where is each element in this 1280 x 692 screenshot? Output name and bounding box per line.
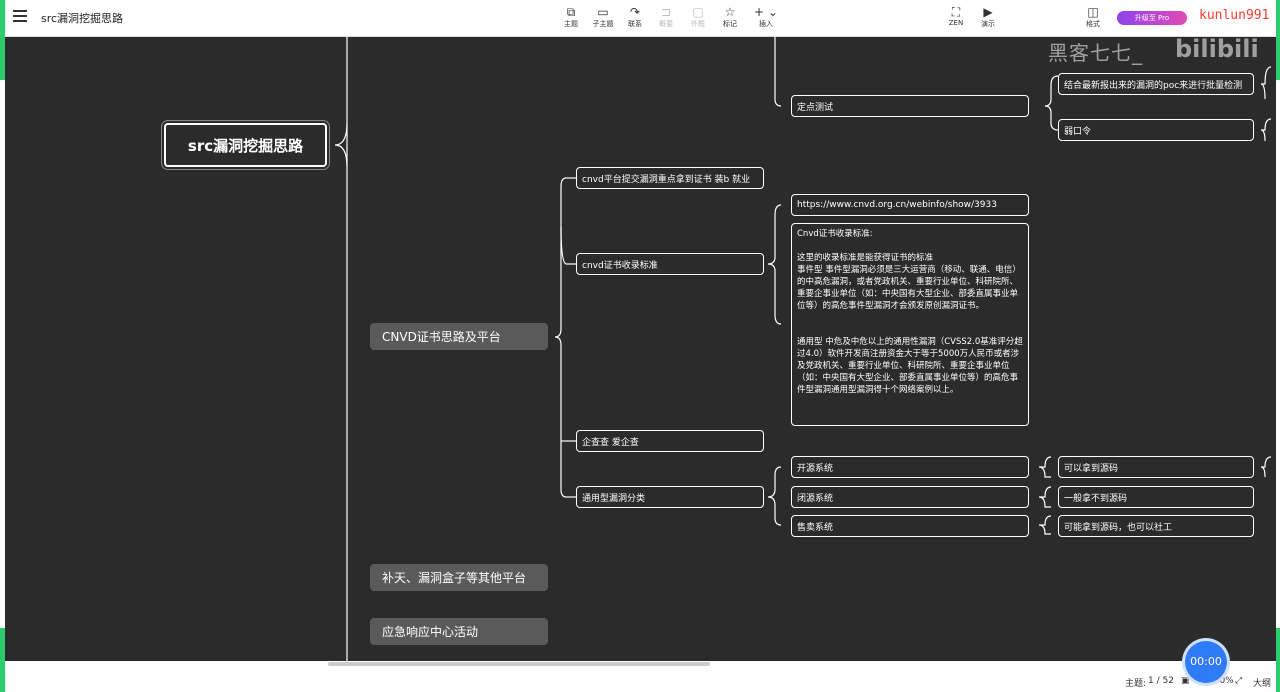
watermark-channel: 黑客七七_: [1048, 41, 1143, 65]
insert-icon: + ⌄: [754, 5, 778, 19]
topic-qichacha[interactable]: 企查查 爱企查: [576, 430, 764, 452]
topic-open-source-system[interactable]: 开源系统: [791, 456, 1029, 478]
zen-button[interactable]: ⛶ ZEN: [941, 5, 971, 27]
horizontal-scrollbar[interactable]: [328, 662, 710, 666]
boundary-icon: ▢: [692, 5, 704, 19]
topic-count-label: 主题:: [1125, 679, 1147, 689]
format-icon: ◫: [1087, 5, 1099, 19]
summary-button[interactable]: ⊐ 概要: [651, 5, 681, 29]
top-toolbar: src漏洞挖掘思路 ⧉ 主题 ▭ 子主题 ↷ 联系 ⊐ 概要 ▢ 外框 ☆ 标记 + ⌄ 插入…: [5, 0, 1276, 37]
note-commercial[interactable]: 可能拿到源码，也可以社工: [1058, 515, 1254, 537]
boundary-button[interactable]: ▢ 外框: [683, 5, 713, 29]
topic-button[interactable]: ⧉ 主题: [556, 5, 586, 29]
present-button[interactable]: ▶ 演示: [973, 5, 1003, 29]
hamburger-menu-icon[interactable]: [13, 10, 27, 24]
upgrade-pro-button[interactable]: 升级至 Pro: [1117, 11, 1187, 25]
note-open-source[interactable]: 可以拿到源码: [1058, 456, 1254, 478]
watermark-username: kunlun991: [1199, 8, 1270, 23]
watermark-bilibili-logo: bilibili: [1175, 37, 1259, 63]
root-topic[interactable]: src漏洞挖掘思路: [164, 123, 327, 167]
status-bar: 主题: 1 / 52 ▣ 100% ⤢ 大纲: [5, 661, 1276, 692]
topic-vuln-classification[interactable]: 通用型漏洞分类: [576, 486, 764, 508]
topic-count-value: 1 / 52: [1148, 676, 1174, 686]
outline-view-icon[interactable]: ▣: [1181, 676, 1190, 686]
note-closed-source[interactable]: 一般拿不到源码: [1058, 486, 1254, 508]
outline-toggle[interactable]: 大纲: [1253, 676, 1271, 689]
subtopic-icon: ▭: [597, 5, 609, 19]
zen-icon: ⛶: [951, 5, 961, 19]
summary-icon: ⊐: [660, 5, 672, 19]
right-edge: [1276, 0, 1280, 692]
topic-cnvd-submit[interactable]: cnvd平台提交漏洞重点拿到证书 装b 就业: [576, 167, 764, 189]
insert-button[interactable]: + ⌄ 插入: [751, 5, 781, 29]
document-title: src漏洞挖掘思路: [41, 12, 124, 25]
topic-weak-password[interactable]: 弱口令: [1058, 119, 1254, 141]
topic-commercial-system[interactable]: 售卖系统: [791, 515, 1029, 537]
topic-closed-source-system[interactable]: 闭源系统: [791, 486, 1029, 508]
fit-view-icon[interactable]: ⤢: [1235, 676, 1242, 686]
topic-poc-batch-detect[interactable]: 结合最新报出来的漏洞的poc来进行批量检测: [1058, 73, 1254, 95]
relation-icon: ↷: [629, 5, 641, 19]
marker-icon: ☆: [724, 5, 736, 19]
subtopic-button[interactable]: ▭ 子主题: [588, 5, 618, 29]
topic-cnvd-standard[interactable]: cnvd证书收录标准: [576, 253, 764, 275]
marker-button[interactable]: ☆ 标记: [715, 5, 745, 29]
topic-icon: ⧉: [566, 5, 576, 19]
format-button[interactable]: ◫ 格式: [1078, 5, 1108, 29]
topic-standard-detail[interactable]: Cnvd证书收录标准: 这里的收录标准是能获得证书的标准 事件型 事件型漏洞必须…: [791, 223, 1029, 426]
relation-button[interactable]: ↷ 联系: [620, 5, 650, 29]
branch-other-platforms[interactable]: 补天、漏洞盒子等其他平台: [370, 564, 548, 591]
topic-standard-link[interactable]: https://www.cnvd.org.cn/webinfo/show/393…: [791, 194, 1029, 216]
topic-fixed-test[interactable]: 定点测试: [791, 95, 1029, 117]
present-icon: ▶: [983, 5, 993, 19]
branch-emergency-response[interactable]: 应急响应中心活动: [370, 618, 548, 645]
branch-cnvd[interactable]: CNVD证书思路及平台: [370, 323, 548, 350]
recording-timer[interactable]: 00:00: [1185, 641, 1227, 683]
mindmap-canvas[interactable]: 黑客七七_ bilibili src漏洞挖掘思路 CNVD证书思路及平台 补天、…: [5, 37, 1276, 661]
